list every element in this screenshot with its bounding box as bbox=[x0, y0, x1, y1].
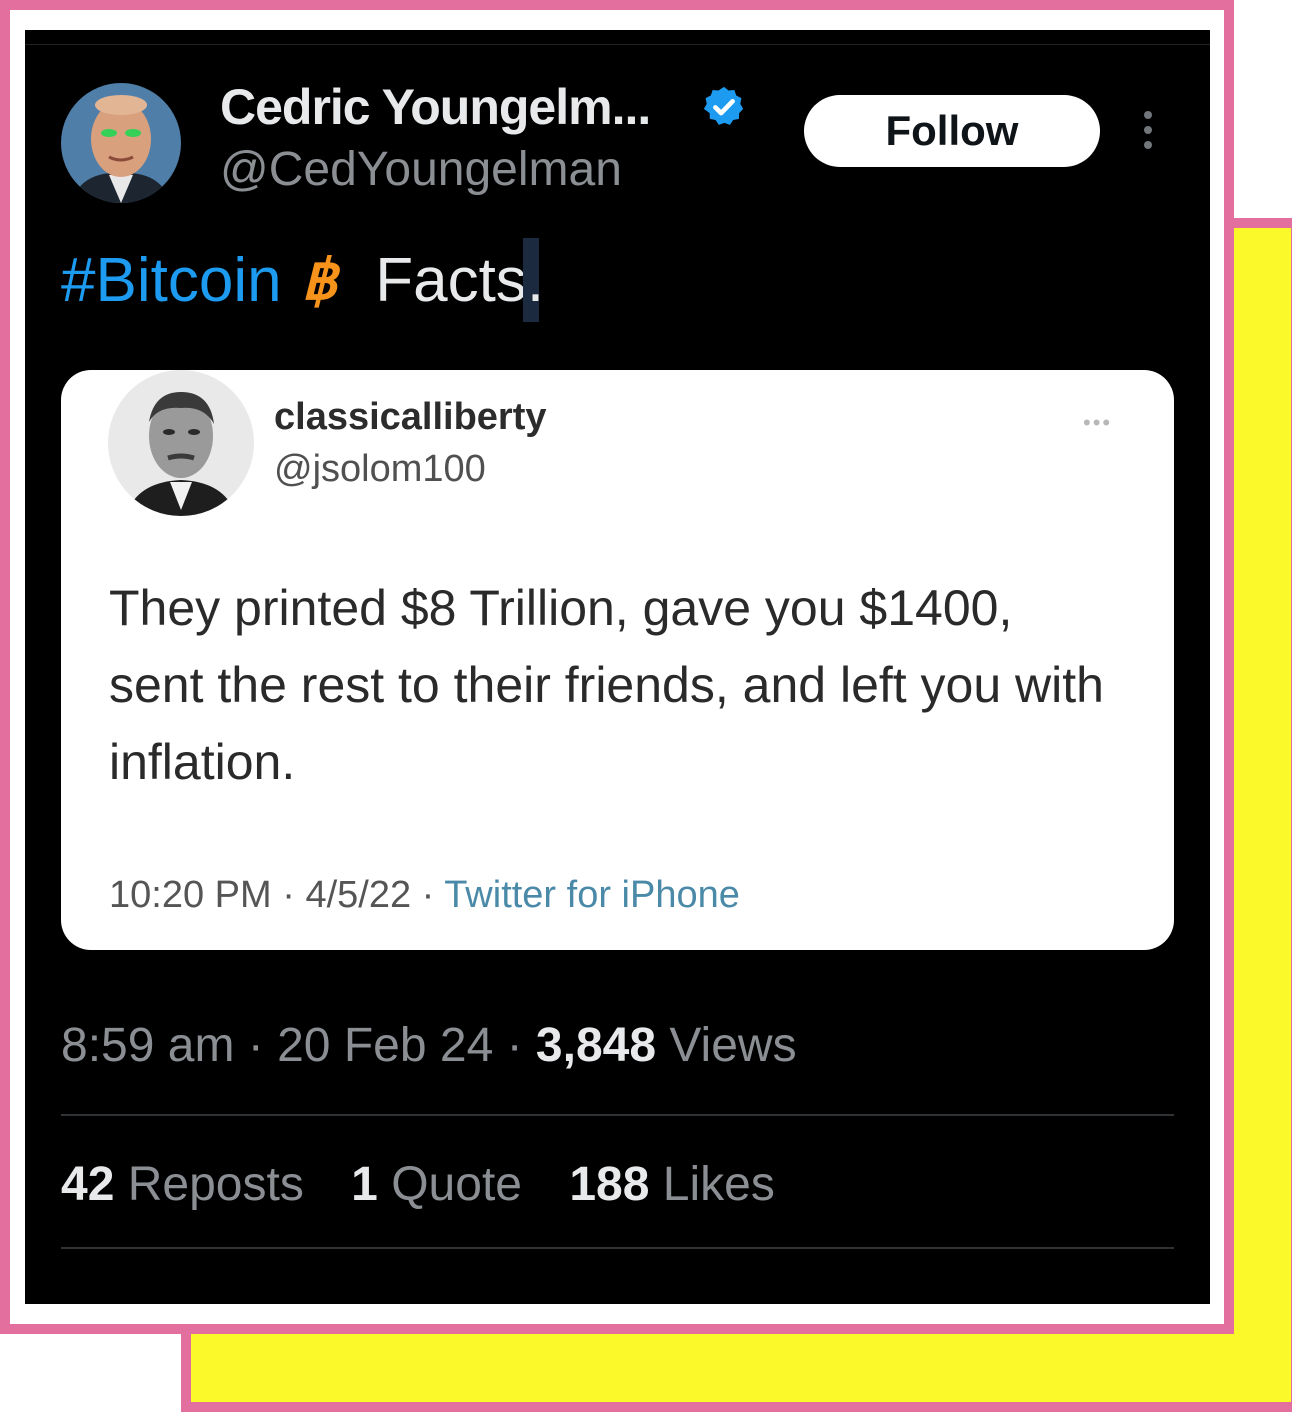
tweet-body-text: Facts bbox=[375, 245, 527, 315]
tweet-body-end: . bbox=[526, 245, 545, 315]
divider bbox=[61, 1114, 1174, 1116]
tweet-text: #Bitcoin ฿ Facts. bbox=[61, 238, 544, 322]
views-label: Views bbox=[669, 1019, 797, 1072]
quoted-tweet-card[interactable]: classicalliberty @jsolom100 ••• They pri… bbox=[61, 370, 1174, 950]
quotes-stat[interactable]: 1 Quote bbox=[351, 1157, 522, 1212]
quoted-tweet-text: They printed $8 Trillion, gave you $1400… bbox=[109, 580, 1104, 790]
quoted-more-icon: ••• bbox=[1083, 410, 1113, 435]
engagement-stats: 42 Reposts 1 Quote 188 Likes bbox=[61, 1157, 809, 1212]
follow-button[interactable]: Follow bbox=[804, 95, 1100, 167]
likes-stat[interactable]: 188 Likes bbox=[569, 1157, 775, 1212]
reposts-stat[interactable]: 42 Reposts bbox=[61, 1157, 304, 1212]
quoted-author-name[interactable]: classicalliberty bbox=[274, 396, 547, 439]
divider bbox=[61, 1247, 1174, 1249]
quoted-source-link[interactable]: Twitter for iPhone bbox=[444, 874, 740, 916]
more-options-icon[interactable] bbox=[1143, 110, 1153, 150]
author-avatar[interactable] bbox=[61, 83, 181, 203]
quoted-tweet-meta: 10:20 PM · 4/5/22 · Twitter for iPhone bbox=[109, 874, 740, 916]
hashtag-link[interactable]: #Bitcoin bbox=[61, 245, 282, 316]
tweet-time[interactable]: 8:59 am bbox=[61, 1019, 234, 1072]
quoted-author-handle[interactable]: @jsolom100 bbox=[274, 448, 486, 491]
quoted-date: 4/5/22 bbox=[305, 874, 412, 916]
verified-badge-icon bbox=[703, 86, 744, 125]
tweet-timestamp-row: 8:59 am · 20 Feb 24 · 3,848 Views bbox=[61, 1019, 797, 1072]
tweet-date[interactable]: 20 Feb 24 bbox=[277, 1019, 493, 1072]
quoted-author-avatar[interactable] bbox=[108, 370, 254, 516]
quoted-time: 10:20 PM bbox=[109, 874, 272, 916]
top-divider bbox=[25, 44, 1210, 45]
views-count: 3,848 bbox=[535, 1019, 657, 1072]
author-handle[interactable]: @CedYoungelman bbox=[220, 142, 622, 197]
author-name[interactable]: Cedric Youngelm... bbox=[220, 78, 651, 136]
tweet-card: Cedric Youngelm... @CedYoungelman Follow… bbox=[25, 30, 1210, 1304]
bitcoin-icon: ฿ bbox=[301, 248, 338, 311]
